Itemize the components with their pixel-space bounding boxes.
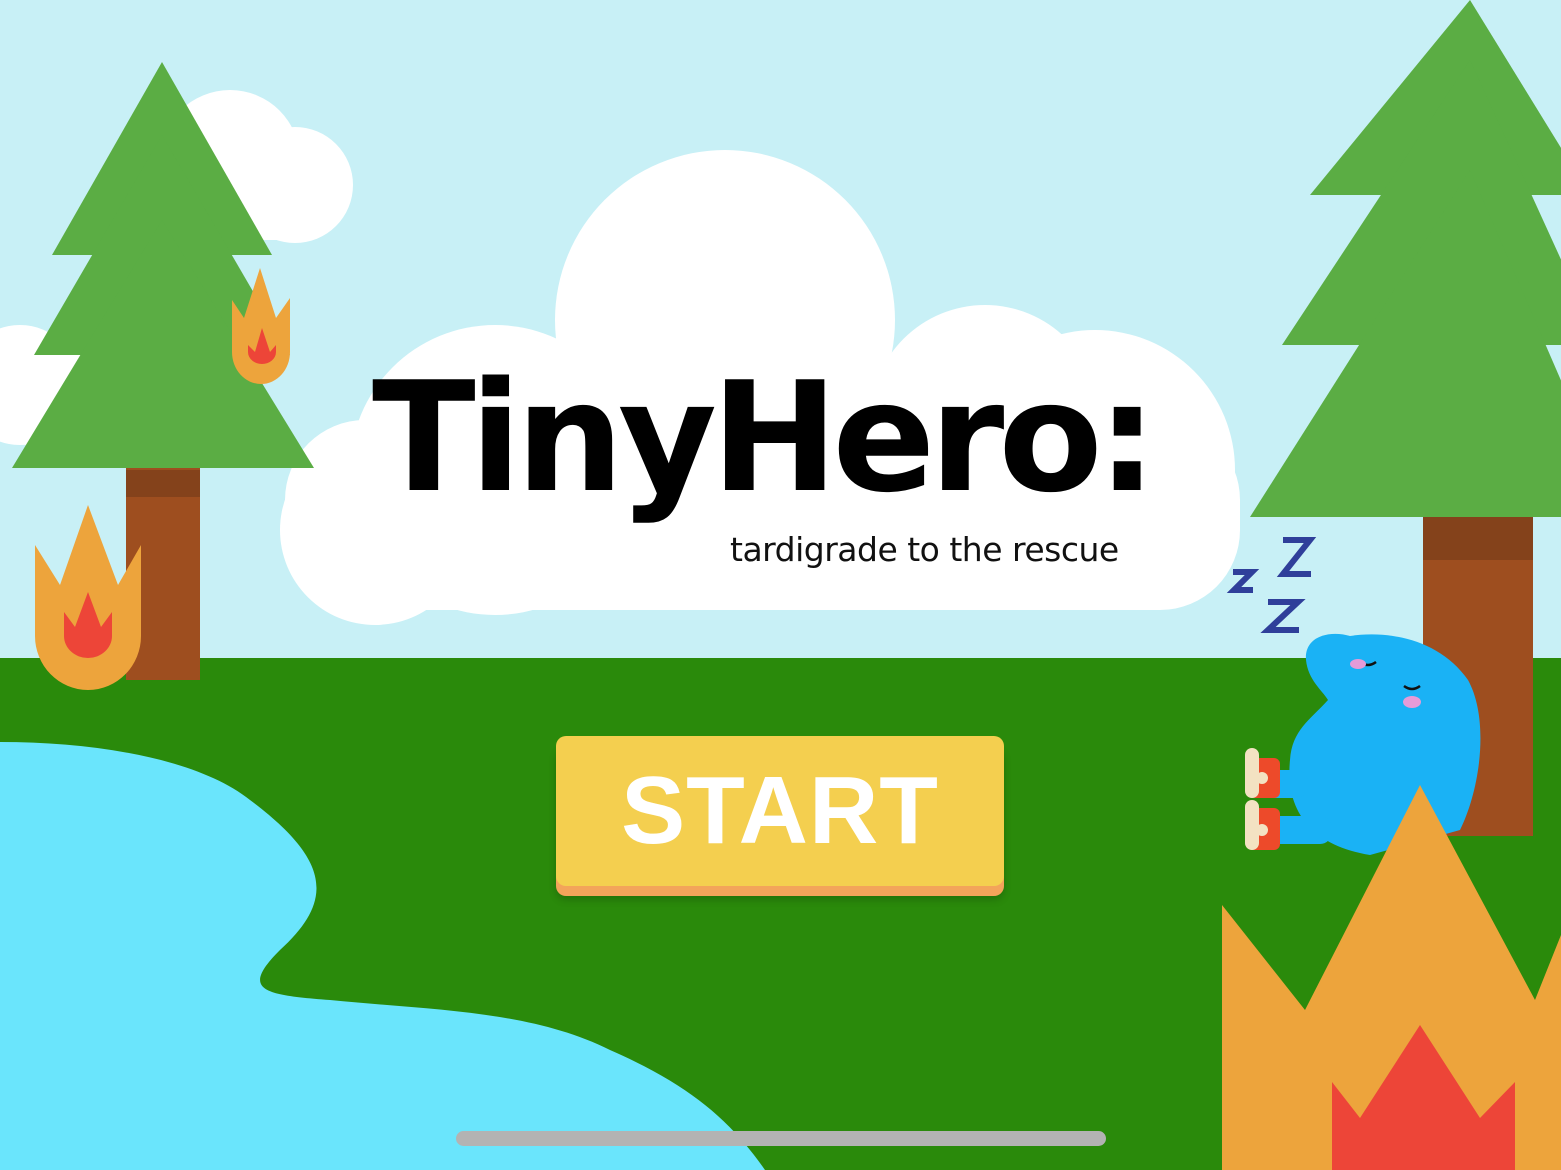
start-button-label: START [621,757,939,864]
game-subtitle: tardigrade to the rescue [730,530,1119,569]
sleep-z-icon [1226,537,1317,633]
game-title: TinyHero: [372,349,1158,526]
start-button[interactable]: START [556,736,1004,886]
game-scene: TinyHero: tardigrade to the rescue START [0,0,1561,1170]
scene-background [0,0,1561,1170]
home-indicator[interactable] [456,1131,1106,1146]
fire-ground-left [35,505,141,690]
